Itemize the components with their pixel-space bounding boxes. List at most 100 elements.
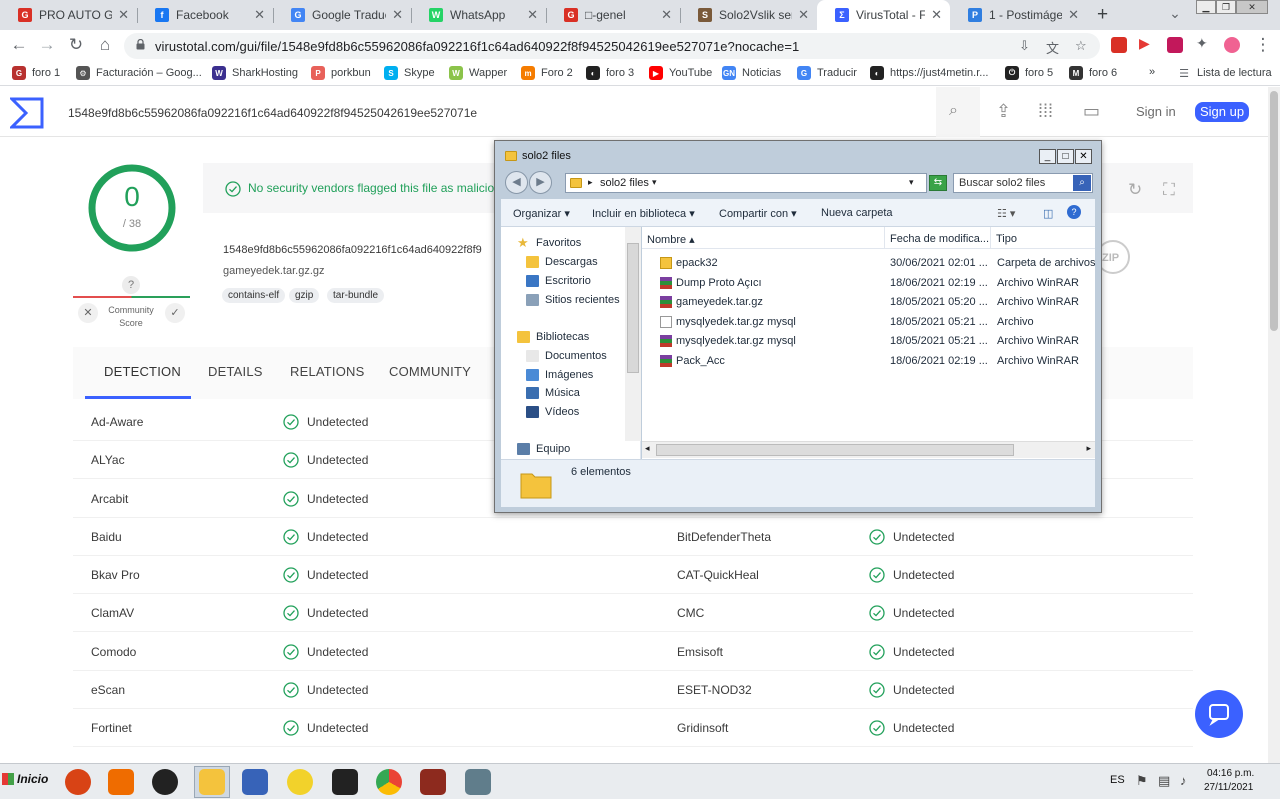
nav-item[interactable]: Imágenes xyxy=(526,369,593,381)
nav-item[interactable]: Documentos xyxy=(526,350,607,362)
similar-files-icon[interactable]: ⛶ xyxy=(1163,180,1175,200)
chat-support-button[interactable] xyxy=(1195,690,1243,738)
file-row[interactable]: epack32 30/06/2021 02:01 ... Carpeta de ar… xyxy=(642,254,1095,273)
file-row[interactable]: mysqlyedek.tar.gz mysql 18/05/2021 05:21 … xyxy=(642,313,1095,332)
include-library-menu[interactable]: Incluir en biblioteca ▾ xyxy=(592,207,695,220)
translate-icon[interactable]: 文 xyxy=(1046,38,1059,57)
bookmark-item[interactable]: Pporkbun xyxy=(311,66,371,80)
tag-chip[interactable]: tar-bundle xyxy=(327,288,385,303)
game-app-icon[interactable] xyxy=(420,769,446,795)
tab-community[interactable]: COMMUNITY xyxy=(389,364,471,379)
tab-relations[interactable]: RELATIONS xyxy=(290,364,365,379)
browser-tab[interactable]: G Google Traductor ✕ xyxy=(273,0,411,30)
close-tab-icon[interactable]: ✕ xyxy=(931,7,942,23)
install-app-icon[interactable]: ⇩ xyxy=(1019,38,1030,54)
close-tab-icon[interactable]: ✕ xyxy=(527,7,538,23)
tag-chip[interactable]: gzip xyxy=(289,288,320,303)
browser-tab[interactable]: P 1 - Postimágenes ✕ xyxy=(950,0,1087,30)
nav-item[interactable]: Descargas xyxy=(526,256,598,268)
bookmark-item[interactable]: W Wapper xyxy=(449,66,507,80)
preview-pane-icon[interactable]: ◫ xyxy=(1043,207,1053,220)
green-app-icon[interactable] xyxy=(332,769,358,795)
maximize-button[interactable]: ❐ xyxy=(1216,0,1236,14)
extensions-puzzle-icon[interactable]: ✦ xyxy=(1196,35,1212,51)
extension-g-icon[interactable] xyxy=(1167,37,1183,53)
page-scrollbar[interactable] xyxy=(1268,87,1280,767)
download-manager-icon[interactable] xyxy=(152,769,178,795)
nav-item[interactable]: ★ Favoritos xyxy=(517,236,581,249)
file-row[interactable]: Dump Proto Açıcı 18/06/2021 02:19 ... Arch… xyxy=(642,274,1095,293)
minimize-button[interactable]: ▁ xyxy=(1196,0,1216,14)
profile-avatar[interactable] xyxy=(1224,37,1240,53)
close-tab-icon[interactable]: ✕ xyxy=(661,7,672,23)
nav-item[interactable]: Escritorio xyxy=(526,275,591,287)
upload-icon[interactable]: ⇪ xyxy=(996,101,1011,122)
record-app-icon[interactable] xyxy=(65,769,91,795)
tab-detection[interactable]: DETECTION xyxy=(104,364,181,379)
organize-menu[interactable]: Organizar ▾ xyxy=(513,207,570,220)
tag-chip[interactable]: contains-elf xyxy=(222,288,286,303)
nav-item[interactable]: Vídeos xyxy=(526,406,579,418)
network-tray-icon[interactable]: ▤ xyxy=(1158,773,1170,789)
file-list-hscrollbar[interactable]: ◂ ▸ xyxy=(642,441,1095,458)
community-help-icon[interactable]: ? xyxy=(122,276,140,294)
column-date[interactable]: Fecha de modifica... xyxy=(885,227,991,249)
explorer-address-bar[interactable]: ▸ solo2 files ▾ ▾ xyxy=(565,173,927,193)
tab-search-icon[interactable]: ⌄ xyxy=(1164,5,1186,22)
scroll-left-icon[interactable]: ◂ xyxy=(645,443,650,454)
reanalyze-icon[interactable]: ↻ xyxy=(1128,180,1142,200)
forward-button[interactable]: → xyxy=(36,35,58,55)
nav-item[interactable]: Bibliotecas xyxy=(517,331,589,343)
nav-item[interactable]: Equipo xyxy=(517,443,570,455)
home-button[interactable]: ⌂ xyxy=(94,35,116,55)
close-tab-icon[interactable]: ✕ xyxy=(254,7,265,23)
adblock-extension-icon[interactable] xyxy=(1111,37,1127,53)
sign-up-button[interactable]: Sign up xyxy=(1195,102,1249,122)
search-icon[interactable]: ⌕ xyxy=(1073,175,1091,191)
bookmark-item[interactable]: Mforo 6 xyxy=(1069,66,1117,80)
browser-tab[interactable]: W WhatsApp ✕ xyxy=(411,0,546,30)
nav-item[interactable]: Música xyxy=(526,387,580,399)
new-tab-button[interactable]: + xyxy=(1097,4,1108,26)
explorer-minimize-button[interactable]: _ xyxy=(1039,149,1056,164)
view-options-icon[interactable]: ☷ ▾ xyxy=(997,207,1015,220)
close-tab-icon[interactable]: ✕ xyxy=(118,7,129,23)
file-row[interactable]: Pack_Acc 18/06/2021 02:19 ... Archivo WinR… xyxy=(642,352,1095,371)
video-extension-icon[interactable]: ▶ xyxy=(1139,35,1155,51)
bookmark-star-icon[interactable]: ☆ xyxy=(1075,38,1087,54)
share-with-menu[interactable]: Compartir con ▾ xyxy=(719,207,797,220)
nav-scrollbar-thumb[interactable] xyxy=(627,243,639,373)
file-row[interactable]: gameyedek.tar.gz 18/05/2021 05:20 ... Arch… xyxy=(642,293,1095,312)
browser-tab[interactable]: G PRO AUTO GROUP ✕ xyxy=(0,0,137,30)
explorer-back-button[interactable]: ◀ xyxy=(505,171,528,194)
scrollbar-thumb[interactable] xyxy=(1270,91,1278,331)
bookmark-item[interactable]: m Foro 2 xyxy=(521,66,573,80)
explorer-search-input[interactable]: Buscar solo2 files ⌕ xyxy=(953,173,1093,193)
vote-down-icon[interactable]: ✕ xyxy=(78,303,98,323)
column-type[interactable]: Tipo xyxy=(991,227,1095,249)
lock-app-icon[interactable] xyxy=(465,769,491,795)
chevron-down-icon[interactable]: ▾ xyxy=(652,177,657,188)
more-bookmarks-button[interactable]: » xyxy=(1149,66,1155,78)
virustotal-logo-icon[interactable] xyxy=(10,97,44,129)
browser-tab[interactable]: G □-genel ✕ xyxy=(546,0,680,30)
browser-tab[interactable]: f Facebook ✕ xyxy=(137,0,273,30)
close-tab-icon[interactable]: ✕ xyxy=(1068,7,1079,23)
close-window-button[interactable]: ✕ xyxy=(1236,0,1268,14)
bookmark-item[interactable]: ◐ https://just4metin.r... xyxy=(870,66,988,80)
chrome-menu-icon[interactable]: ⋮ xyxy=(1252,35,1274,55)
search-hash-text[interactable]: 1548e9fd8b6c55962086fa092216f1c64ad64092… xyxy=(68,106,477,120)
breadcrumb-arrow-icon[interactable]: ▸ xyxy=(588,177,593,188)
help-icon[interactable]: ? xyxy=(1067,205,1081,219)
sign-in-link[interactable]: Sign in xyxy=(1136,104,1176,119)
start-button[interactable]: Inicio xyxy=(2,772,48,786)
network-app-icon[interactable] xyxy=(242,769,268,795)
bookmark-item[interactable]: ⚙ Facturación – Goog... xyxy=(76,66,202,80)
explorer-maximize-button[interactable]: □ xyxy=(1057,149,1074,164)
bookmark-item[interactable]: ⏻ foro 5 xyxy=(1005,66,1053,80)
bookmark-item[interactable]: ▶ YouTube xyxy=(649,66,712,80)
explorer-forward-button[interactable]: ▶ xyxy=(529,171,552,194)
new-folder-button[interactable]: Nueva carpeta xyxy=(821,207,893,219)
bookmark-item[interactable]: ◐ foro 3 xyxy=(586,66,634,80)
hscrollbar-thumb[interactable] xyxy=(656,444,1014,456)
